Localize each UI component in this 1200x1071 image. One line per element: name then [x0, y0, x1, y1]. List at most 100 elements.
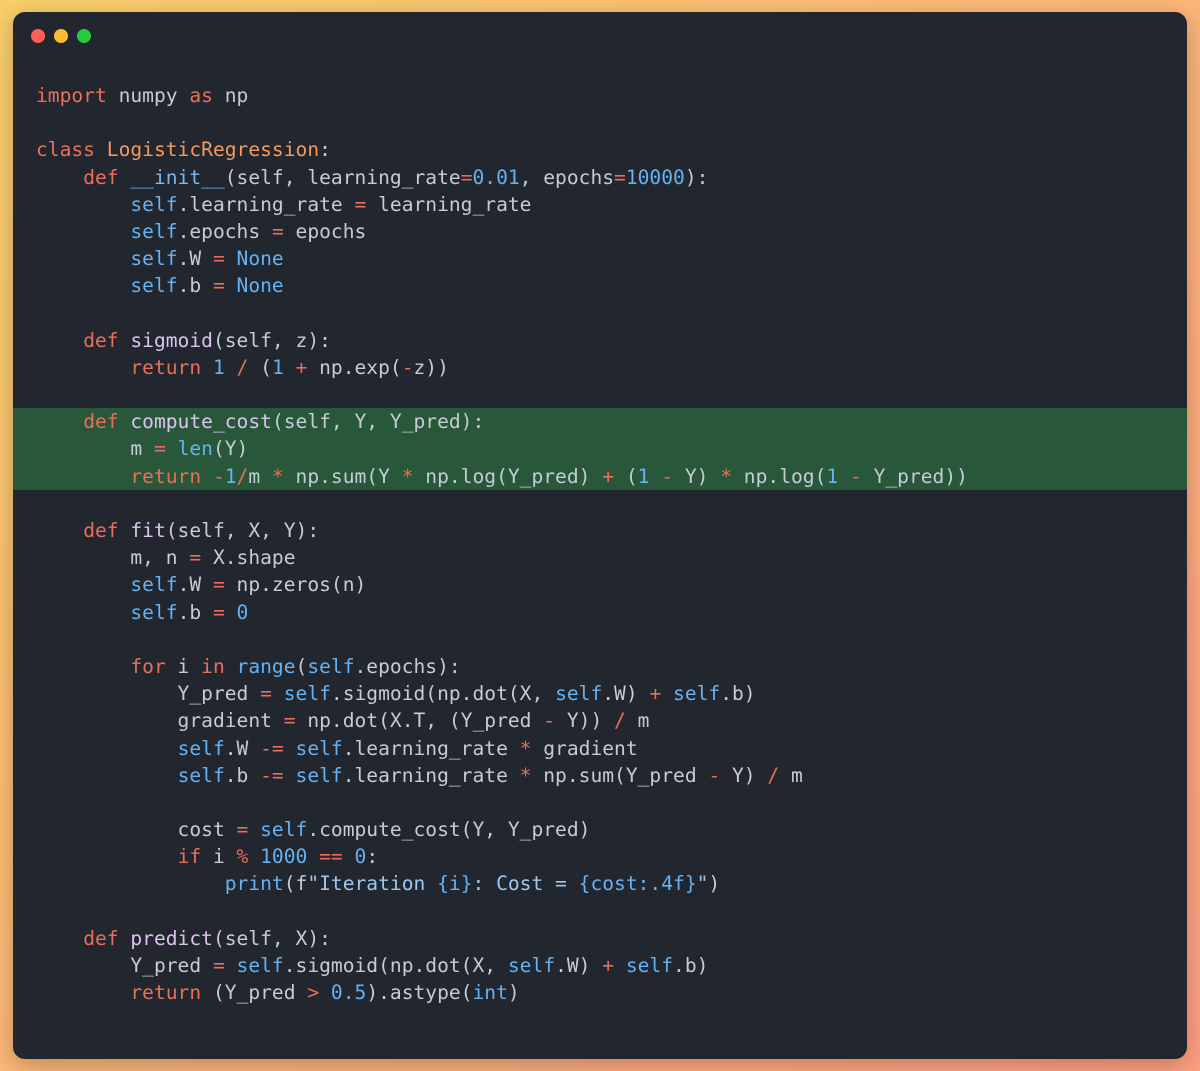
code-token: /	[767, 763, 780, 787]
code-token: -	[849, 464, 862, 488]
code-token: .W	[224, 736, 261, 760]
code-token: *	[401, 464, 414, 488]
code-token: =	[212, 954, 225, 977]
code-token: numpy	[106, 84, 190, 107]
code-token: as	[189, 84, 213, 107]
code-token: def	[83, 328, 119, 352]
close-button[interactable]	[31, 29, 45, 43]
code-token: LogisticRegression	[106, 138, 320, 162]
code-line: self.b = 0	[13, 599, 1187, 626]
code-token: range	[236, 654, 296, 678]
code-token: epochs	[283, 219, 367, 243]
code-token: (self, X, Y):	[165, 519, 320, 542]
code-token: self	[130, 274, 178, 298]
code-token: return	[130, 355, 202, 379]
code-token: 0.01	[472, 165, 520, 189]
code-token: .W)	[555, 954, 603, 977]
code-token: /	[614, 709, 626, 733]
code-line: return (Y_pred > 0.5).astype(int)	[13, 979, 1187, 1006]
code-token: Y_pred	[36, 954, 213, 977]
code-token: *	[519, 736, 532, 760]
code-token: .b)	[673, 954, 709, 977]
code-token: self	[130, 573, 178, 597]
code-token: in	[201, 654, 225, 678]
code-token: /	[236, 464, 249, 488]
code-token: self	[625, 954, 674, 977]
code-editor[interactable]: import numpy as np class LogisticRegress…	[13, 82, 1187, 1006]
code-token: .compute_cost(Y, Y_pred)	[307, 818, 591, 842]
maximize-button[interactable]	[77, 29, 91, 43]
code-token: .sigmoid(np.dot(X,	[283, 954, 508, 977]
code-token: -	[543, 709, 556, 733]
code-token: =	[212, 600, 225, 624]
code-token: .b)	[720, 682, 756, 706]
code-token: m	[36, 437, 154, 461]
code-token: -=	[260, 736, 284, 760]
code-token: :	[319, 138, 331, 162]
code-line: self.learning_rate = learning_rate	[13, 191, 1187, 218]
code-token: m	[625, 709, 650, 733]
code-token: =	[283, 709, 296, 733]
code-token: len	[177, 437, 213, 461]
code-token: gradient	[36, 709, 284, 733]
code-line: m = len(Y)	[13, 435, 1187, 463]
code-token: =	[189, 546, 202, 570]
code-token: (	[295, 654, 308, 678]
code-token: 1	[224, 464, 237, 488]
code-token: :	[366, 845, 379, 869]
code-token: {i}	[437, 872, 473, 896]
code-token: compute_cost	[130, 410, 272, 434]
code-token: (Y_pred	[201, 981, 308, 1005]
code-token: /	[236, 355, 249, 379]
code-token: def	[83, 519, 119, 542]
code-token: class	[36, 138, 95, 162]
code-token: if	[177, 845, 202, 869]
code-token: , epochs	[519, 165, 615, 189]
code-token: .W	[177, 247, 213, 271]
code-token: )	[507, 981, 520, 1005]
code-token: {cost:.4f}	[578, 872, 697, 896]
code-token: self	[130, 247, 178, 271]
code-token: =	[212, 573, 225, 597]
code-token: self	[260, 818, 308, 842]
minimize-button[interactable]	[54, 29, 68, 43]
code-token: .W	[177, 573, 213, 597]
code-line: def fit(self, X, Y):	[13, 517, 1187, 544]
code-token: Y)	[673, 464, 721, 488]
code-token: self	[130, 600, 178, 624]
code-token: 1	[637, 464, 650, 488]
code-token: =	[614, 165, 626, 189]
code-token: +	[295, 355, 308, 379]
code-line: Y_pred = self.sigmoid(np.dot(X, self.W) …	[13, 680, 1187, 707]
code-token: predict	[130, 926, 213, 950]
code-token: self	[507, 954, 556, 977]
code-token: .b	[224, 763, 261, 787]
code-line: def predict(self, X):	[13, 925, 1187, 952]
code-token: return	[130, 464, 202, 488]
code-token: 0	[236, 600, 249, 624]
code-token: Y_pred))	[861, 464, 968, 488]
